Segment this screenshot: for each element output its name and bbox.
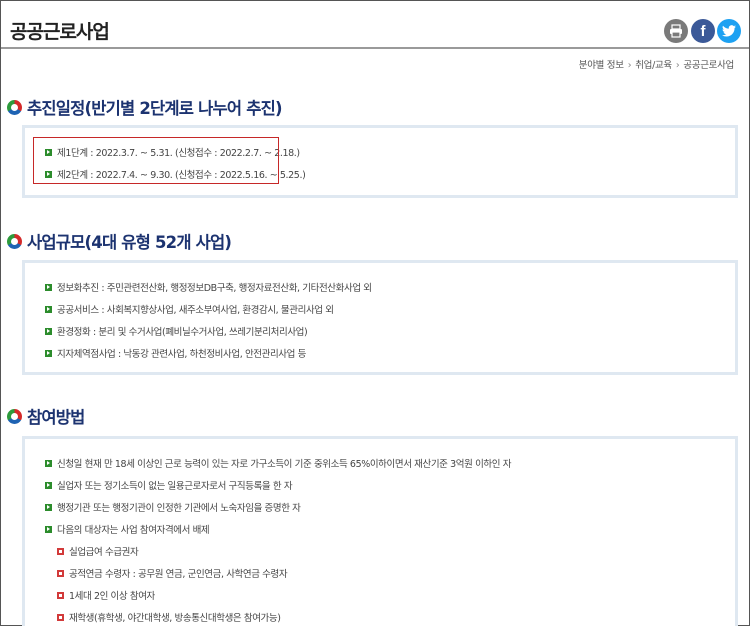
section-title-schedule: 추진일정(반기별 2단계로 나누어 추진) [7,95,283,119]
list-item-text: 실업급여 수급권자 [69,547,139,558]
section-title-participation: 참여방법 [7,404,85,428]
breadcrumb-item[interactable]: 취업/교육 [635,60,672,71]
red-bullet-icon [57,569,64,577]
breadcrumb-separator: › [627,60,632,71]
breadcrumb-item[interactable]: 공공근로사업 [683,60,734,71]
section-title-text: 참여방법 [27,408,85,427]
facebook-share-button[interactable]: f [691,19,715,43]
list-item-text: 재학생(휴학생, 야간대학생, 방송통신대학생은 참여가능) [69,613,281,624]
list-item-text: 정보화추진 : 주민관련전산화, 행정정보DB구축, 행정자료전산화, 기타전산… [57,283,372,294]
list-item: 공공서비스 : 사회복지향상사업, 새주소부여사업, 환경감시, 물관리사업 외 [45,302,334,316]
section-ring-icon [7,408,22,424]
green-bullet-icon [45,305,52,313]
green-bullet-icon [45,525,52,533]
list-item-text: 공공서비스 : 사회복지향상사업, 새주소부여사업, 환경감시, 물관리사업 외 [57,305,334,316]
sub-list-item: 재학생(휴학생, 야간대학생, 방송통신대학생은 참여가능) [57,610,281,624]
red-bullet-icon [57,591,64,599]
list-item-text: 환경정화 : 분리 및 수거사업(폐비닐수거사업, 쓰레기분리처리사업) [57,327,308,338]
page-header: 공공근로사업 f [1,1,749,49]
red-bullet-icon [57,613,64,621]
red-bullet-icon [57,547,64,555]
list-item: 환경정화 : 분리 및 수거사업(폐비닐수거사업, 쓰레기분리처리사업) [45,324,308,338]
sub-list-item: 실업급여 수급권자 [57,544,139,558]
twitter-icon [722,25,736,37]
list-item: 정보화추진 : 주민관련전산화, 행정정보DB구축, 행정자료전산화, 기타전산… [45,280,372,294]
list-item-text: 1세대 2인 이상 참여자 [69,591,155,602]
list-item: 다음의 대상자는 사업 참여자격에서 배제 [45,522,210,536]
breadcrumb: 분야별 정보 › 취업/교육 › 공공근로사업 [579,57,735,71]
sub-list-item: 공적연금 수령자 : 공무원 연금, 군인연금, 사학연금 수령자 [57,566,288,580]
section-ring-icon [7,233,22,249]
list-item-text: 지자체역점사업 : 낙동강 관련사업, 하천정비사업, 안전관리사업 등 [57,349,306,360]
list-item-text: 실업자 또는 정기소득이 없는 일용근로자로서 구직등록을 한 자 [57,481,293,492]
green-bullet-icon [45,283,52,291]
twitter-share-button[interactable] [717,19,741,43]
list-item: 지자체역점사업 : 낙동강 관련사업, 하천정비사업, 안전관리사업 등 [45,346,306,360]
highlight-box [33,137,279,184]
list-item: 실업자 또는 정기소득이 없는 일용근로자로서 구직등록을 한 자 [45,478,293,492]
section-box-scale: 정보화추진 : 주민관련전산화, 행정정보DB구축, 행정자료전산화, 기타전산… [22,260,738,375]
section-ring-icon [7,99,22,115]
green-bullet-icon [45,503,52,511]
list-item-text: 공적연금 수령자 : 공무원 연금, 군인연금, 사학연금 수령자 [69,569,288,580]
section-box-participation: 신청일 현재 만 18세 이상인 근로 능력이 있는 자로 가구소득이 기준 중… [22,436,738,626]
list-item: 행정기관 또는 행정기관이 인정한 기관에서 노숙자임을 증명한 자 [45,500,301,514]
list-item-text: 행정기관 또는 행정기관이 인정한 기관에서 노숙자임을 증명한 자 [57,503,301,514]
green-bullet-icon [45,481,52,489]
list-item: 신청일 현재 만 18세 이상인 근로 능력이 있는 자로 가구소득이 기준 중… [45,456,511,470]
print-button[interactable] [664,19,688,43]
green-bullet-icon [45,349,52,357]
green-bullet-icon [45,327,52,335]
green-bullet-icon [45,459,52,467]
breadcrumb-item[interactable]: 분야별 정보 [579,60,624,71]
section-title-scale: 사업규모(4대 유형 52개 사업) [7,229,232,253]
print-icon [670,24,682,38]
section-title-text: 추진일정(반기별 2단계로 나누어 추진) [27,99,283,118]
list-item-text: 신청일 현재 만 18세 이상인 근로 능력이 있는 자로 가구소득이 기준 중… [57,459,512,470]
sub-list-item: 1세대 2인 이상 참여자 [57,588,155,602]
breadcrumb-separator: › [675,60,680,71]
page-title: 공공근로사업 [10,21,110,43]
facebook-icon: f [700,22,706,40]
section-title-text: 사업규모(4대 유형 52개 사업) [27,233,232,252]
list-item-text: 다음의 대상자는 사업 참여자격에서 배제 [57,525,210,536]
